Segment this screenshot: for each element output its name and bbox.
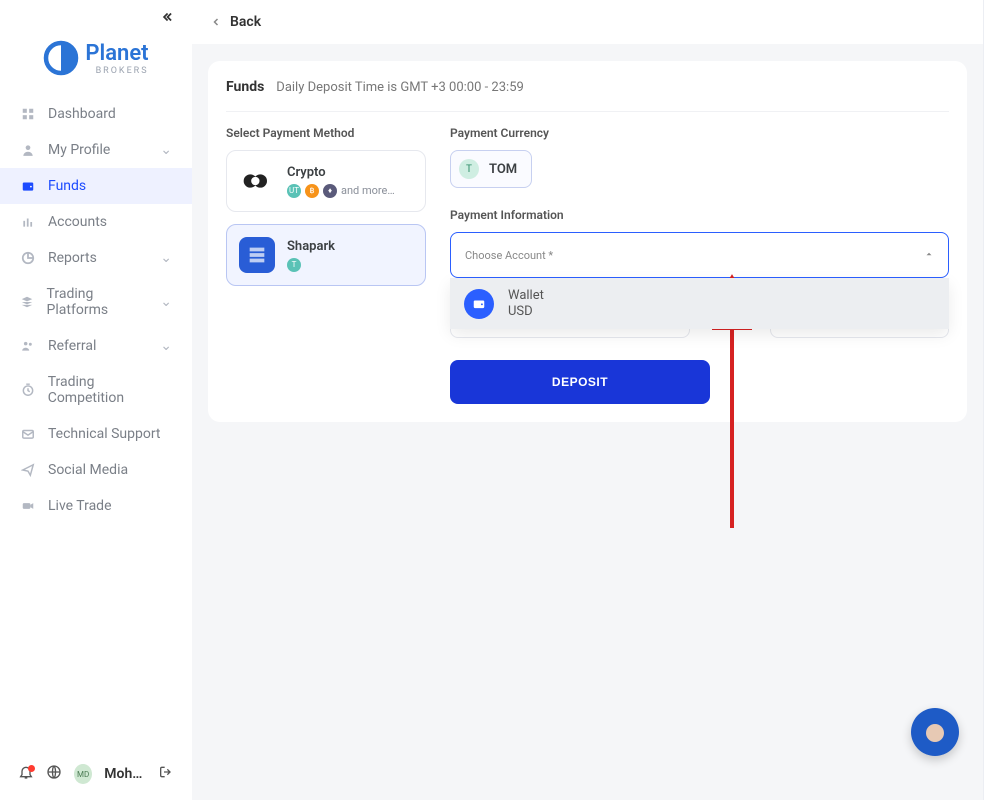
sidebar-item-trading-platforms[interactable]: Trading Platforms ⌄ (0, 276, 192, 328)
chevron-down-icon: ⌄ (160, 142, 172, 158)
sidebar: Planet BROKERS Dashboard My Profile ⌄ Fu… (0, 0, 192, 800)
chevron-down-icon: ⌄ (160, 338, 172, 354)
wallet-icon (20, 178, 36, 194)
sidebar-item-label: Dashboard (48, 106, 116, 122)
payment-method-name: Shapark (287, 239, 335, 254)
back-button[interactable]: Back (210, 14, 261, 30)
sidebar-item-trading-competition[interactable]: Trading Competition (0, 364, 192, 416)
sidebar-item-funds[interactable]: Funds (0, 168, 192, 204)
payment-method-shapark[interactable]: Shapark T (226, 224, 426, 286)
account-option-wallet[interactable]: Wallet USD (450, 278, 949, 329)
shapark-icon (239, 237, 275, 273)
chat-widget[interactable] (911, 708, 959, 756)
sidebar-bottom-bar: MD Moha… (0, 752, 192, 800)
card-subtitle: Daily Deposit Time is GMT +3 00:00 - 23:… (276, 80, 524, 95)
sidebar-item-label: Reports (48, 250, 97, 266)
send-icon (20, 462, 36, 478)
chip-icon: ฿ (305, 184, 319, 198)
payment-method-crypto[interactable]: Crypto UT ฿ ♦ and more… (226, 150, 426, 212)
topbar: Back (192, 0, 983, 45)
sidebar-item-profile[interactable]: My Profile ⌄ (0, 132, 192, 168)
account-dropdown: Wallet USD (450, 278, 949, 329)
sidebar-item-social-media[interactable]: Social Media (0, 452, 192, 488)
sidebar-item-technical-support[interactable]: Technical Support (0, 416, 192, 452)
sidebar-item-label: Trading Platforms (47, 286, 149, 318)
sidebar-item-dashboard[interactable]: Dashboard (0, 96, 192, 132)
sidebar-item-accounts[interactable]: Accounts (0, 204, 192, 240)
notifications-button[interactable] (18, 764, 34, 784)
brand-subname: BROKERS (85, 66, 148, 76)
mail-icon (20, 426, 36, 442)
right-strip (984, 0, 1000, 800)
logout-button[interactable] (158, 764, 174, 784)
notification-dot (28, 765, 35, 772)
clock-icon (20, 382, 36, 398)
account-placeholder: Choose Account * (465, 249, 553, 262)
payment-information-label: Payment Information (450, 208, 949, 222)
chip-icon: UT (287, 184, 301, 198)
currency-symbol: T (459, 159, 479, 179)
sidebar-collapse-button[interactable] (160, 10, 174, 28)
chevron-up-icon (924, 247, 934, 263)
card-title: Funds (226, 79, 264, 95)
payment-method-sub: and more… (341, 184, 395, 197)
sidebar-item-label: Technical Support (48, 426, 161, 442)
chip-icon: ♦ (323, 184, 337, 198)
sidebar-item-label: Live Trade (48, 498, 112, 514)
sidebar-item-label: Referral (48, 338, 96, 354)
sidebar-item-reports[interactable]: Reports ⌄ (0, 240, 192, 276)
users-icon (20, 338, 36, 354)
stack-icon (20, 294, 35, 310)
account-option-subtitle: USD (508, 304, 544, 320)
main-area: Back Funds Daily Deposit Time is GMT +3 … (192, 0, 984, 800)
deposit-button[interactable]: DEPOSIT (450, 360, 710, 404)
video-icon (20, 498, 36, 514)
sidebar-item-label: Trading Competition (48, 374, 172, 406)
sidebar-item-live-trade[interactable]: Live Trade (0, 488, 192, 524)
chevron-down-icon: ⌄ (160, 250, 172, 266)
currency-option-tom[interactable]: T TOM (450, 150, 532, 188)
account-select[interactable]: Choose Account * (450, 232, 949, 278)
currency-label: TOM (489, 162, 517, 177)
sidebar-item-label: Accounts (48, 214, 107, 230)
chart-icon (20, 250, 36, 266)
sidebar-item-label: My Profile (48, 142, 110, 158)
username: Moha… (104, 766, 146, 782)
sidebar-item-label: Funds (48, 178, 86, 194)
user-icon (20, 142, 36, 158)
account-option-title: Wallet (508, 288, 544, 304)
language-button[interactable] (46, 764, 62, 784)
nav-list: Dashboard My Profile ⌄ Funds Accounts Re… (0, 96, 192, 752)
back-label: Back (230, 14, 261, 30)
chevron-down-icon: ⌄ (160, 294, 172, 310)
sidebar-item-referral[interactable]: Referral ⌄ (0, 328, 192, 364)
brand-name: Planet (85, 41, 148, 66)
payment-method-name: Crypto (287, 165, 395, 180)
funds-card: Funds Daily Deposit Time is GMT +3 00:00… (208, 61, 967, 422)
bars-icon (20, 214, 36, 230)
dashboard-icon (20, 106, 36, 122)
crypto-icon (239, 163, 275, 199)
chip-icon: T (287, 258, 301, 272)
sidebar-item-label: Social Media (48, 462, 128, 478)
user-avatar[interactable]: MD (74, 764, 92, 784)
payment-currency-label: Payment Currency (450, 126, 949, 140)
payment-method-label: Select Payment Method (226, 126, 426, 140)
wallet-icon (464, 289, 494, 319)
